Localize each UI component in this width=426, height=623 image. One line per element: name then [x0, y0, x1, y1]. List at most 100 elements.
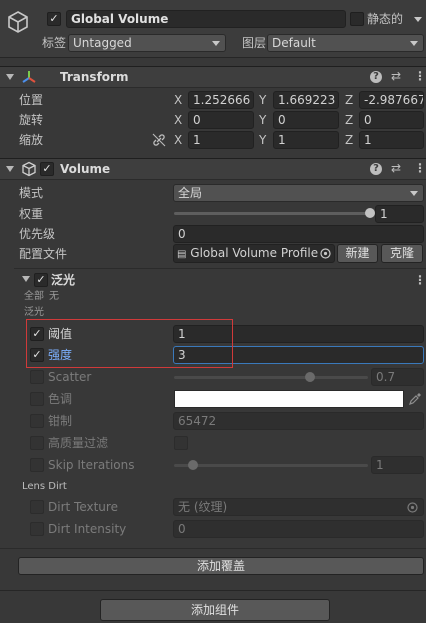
- skip-iterations-slider-track[interactable]: [174, 464, 368, 467]
- highlight-box: [26, 319, 233, 368]
- foldout-arrow-icon[interactable]: [6, 166, 14, 172]
- tag-value: Untagged: [73, 36, 132, 50]
- high-quality-override-checkbox[interactable]: [30, 436, 44, 450]
- clamp-label: 钳制: [48, 414, 73, 428]
- tint-override-checkbox[interactable]: [30, 392, 44, 406]
- add-override-button[interactable]: 添加覆盖: [18, 557, 424, 575]
- position-z-field[interactable]: -2.987667: [359, 91, 424, 109]
- rotation-label: 旋转: [19, 113, 44, 127]
- position-y-axis-label[interactable]: Y: [259, 91, 266, 109]
- more-vert-icon[interactable]: ⋮: [414, 70, 426, 82]
- chevron-down-icon: [410, 41, 418, 46]
- layer-label: 图层: [242, 36, 267, 50]
- help-icon[interactable]: ?: [370, 163, 382, 175]
- weight-field[interactable]: 1: [375, 205, 424, 223]
- layer-dropdown[interactable]: Default: [267, 34, 424, 52]
- section-divider: [0, 590, 426, 591]
- volume-enabled-checkbox[interactable]: ✓: [40, 162, 54, 176]
- mode-value: 全局: [178, 186, 203, 200]
- position-y-field[interactable]: 1.669223: [273, 91, 339, 109]
- object-active-checkbox[interactable]: ✓: [47, 12, 61, 26]
- scatter-slider-track[interactable]: [174, 376, 368, 379]
- transform-axes-icon: [22, 71, 36, 83]
- profile-value: Global Volume Profile: [190, 246, 319, 260]
- scale-y-field[interactable]: 1: [273, 131, 339, 149]
- scatter-label: Scatter: [48, 370, 92, 384]
- target-icon[interactable]: [320, 248, 331, 259]
- priority-label: 优先级: [19, 227, 56, 241]
- priority-field[interactable]: 0: [173, 225, 424, 243]
- profile-field[interactable]: ▤ Global Volume Profile: [173, 244, 335, 263]
- foldout-arrow-icon[interactable]: [6, 74, 14, 80]
- transform-header[interactable]: Transform ? ⇄ ⋮: [0, 66, 426, 88]
- none-button[interactable]: 无: [49, 288, 59, 306]
- dirt-intensity-field[interactable]: 0: [173, 520, 424, 538]
- volume-title: Volume: [60, 162, 111, 176]
- tint-color-swatch[interactable]: [174, 390, 404, 408]
- bloom-title: 泛光: [51, 273, 76, 287]
- position-z-axis-label[interactable]: Z: [345, 91, 353, 109]
- foldout-arrow-icon[interactable]: [22, 276, 30, 282]
- rotation-x-field[interactable]: 0: [188, 111, 254, 129]
- scale-y-axis-label[interactable]: Y: [259, 131, 266, 149]
- presets-icon[interactable]: ⇄: [391, 70, 401, 82]
- mode-dropdown[interactable]: 全局: [173, 184, 424, 202]
- lens-dirt-section-label: Lens Dirt: [22, 481, 67, 492]
- rotation-z-axis-label[interactable]: Z: [345, 111, 353, 129]
- cube-icon: [8, 11, 28, 33]
- static-label: 静态的: [367, 12, 404, 26]
- profile-label: 配置文件: [19, 247, 68, 261]
- position-label: 位置: [19, 93, 44, 107]
- new-profile-button[interactable]: 新建: [337, 244, 378, 263]
- position-x-axis-label[interactable]: X: [174, 91, 182, 109]
- scatter-slider-knob[interactable]: [304, 372, 315, 382]
- skip-iterations-field[interactable]: 1: [371, 456, 424, 474]
- link-icon[interactable]: [152, 133, 166, 147]
- tag-label: 标签: [42, 36, 67, 50]
- clamp-field[interactable]: 65472: [173, 412, 424, 430]
- weight-slider-track[interactable]: [174, 212, 370, 215]
- scale-x-field[interactable]: 1: [188, 131, 254, 149]
- position-x-field[interactable]: 1.252666: [188, 91, 254, 109]
- dirt-intensity-label: Dirt Intensity: [48, 522, 127, 536]
- volume-header[interactable]: ✓ Volume ? ⇄ ⋮: [0, 158, 426, 180]
- rotation-y-axis-label[interactable]: Y: [259, 111, 266, 129]
- scatter-field[interactable]: 0.7: [371, 368, 424, 386]
- presets-icon[interactable]: ⇄: [391, 162, 401, 174]
- static-dropdown-arrow[interactable]: [410, 12, 424, 26]
- scale-z-axis-label[interactable]: Z: [345, 131, 353, 149]
- scatter-override-checkbox[interactable]: [30, 370, 44, 384]
- chevron-down-icon: [212, 41, 220, 46]
- help-icon[interactable]: ?: [370, 71, 382, 83]
- eyedropper-icon[interactable]: [408, 392, 422, 406]
- dirt-texture-override-checkbox[interactable]: [30, 500, 44, 514]
- rotation-x-axis-label[interactable]: X: [174, 111, 182, 129]
- more-vert-icon[interactable]: ⋮: [414, 162, 426, 174]
- bloom-enabled-checkbox[interactable]: ✓: [34, 273, 48, 287]
- clamp-override-checkbox[interactable]: [30, 414, 44, 428]
- skip-iterations-slider-knob[interactable]: [188, 460, 199, 470]
- tag-dropdown[interactable]: Untagged: [68, 34, 226, 52]
- scale-z-field[interactable]: 1: [359, 131, 424, 149]
- weight-label: 权重: [19, 207, 44, 221]
- rotation-z-field[interactable]: 0: [359, 111, 424, 129]
- object-name-field[interactable]: Global Volume: [66, 10, 346, 28]
- more-vert-icon[interactable]: ⋮: [414, 274, 426, 286]
- clone-profile-button[interactable]: 克隆: [381, 244, 423, 263]
- dirt-intensity-override-checkbox[interactable]: [30, 522, 44, 536]
- dirt-texture-field[interactable]: 无 (纹理): [173, 498, 424, 516]
- rotation-y-field[interactable]: 0: [273, 111, 339, 129]
- weight-slider-knob[interactable]: [365, 208, 375, 218]
- target-icon[interactable]: [407, 502, 418, 513]
- high-quality-checkbox[interactable]: [174, 436, 188, 450]
- static-checkbox[interactable]: [350, 12, 364, 26]
- skip-iterations-override-checkbox[interactable]: [30, 458, 44, 472]
- transform-title: Transform: [60, 70, 129, 84]
- scale-x-axis-label[interactable]: X: [174, 131, 182, 149]
- tint-label: 色调: [48, 392, 73, 406]
- object-header: ✓ Global Volume 静态的 标签 Untagged 图层 Defau…: [0, 0, 426, 58]
- add-component-button[interactable]: 添加组件: [100, 599, 330, 621]
- scale-label: 缩放: [19, 133, 44, 147]
- dirt-texture-label: Dirt Texture: [48, 500, 118, 514]
- profile-asset-icon: ▤: [177, 249, 187, 260]
